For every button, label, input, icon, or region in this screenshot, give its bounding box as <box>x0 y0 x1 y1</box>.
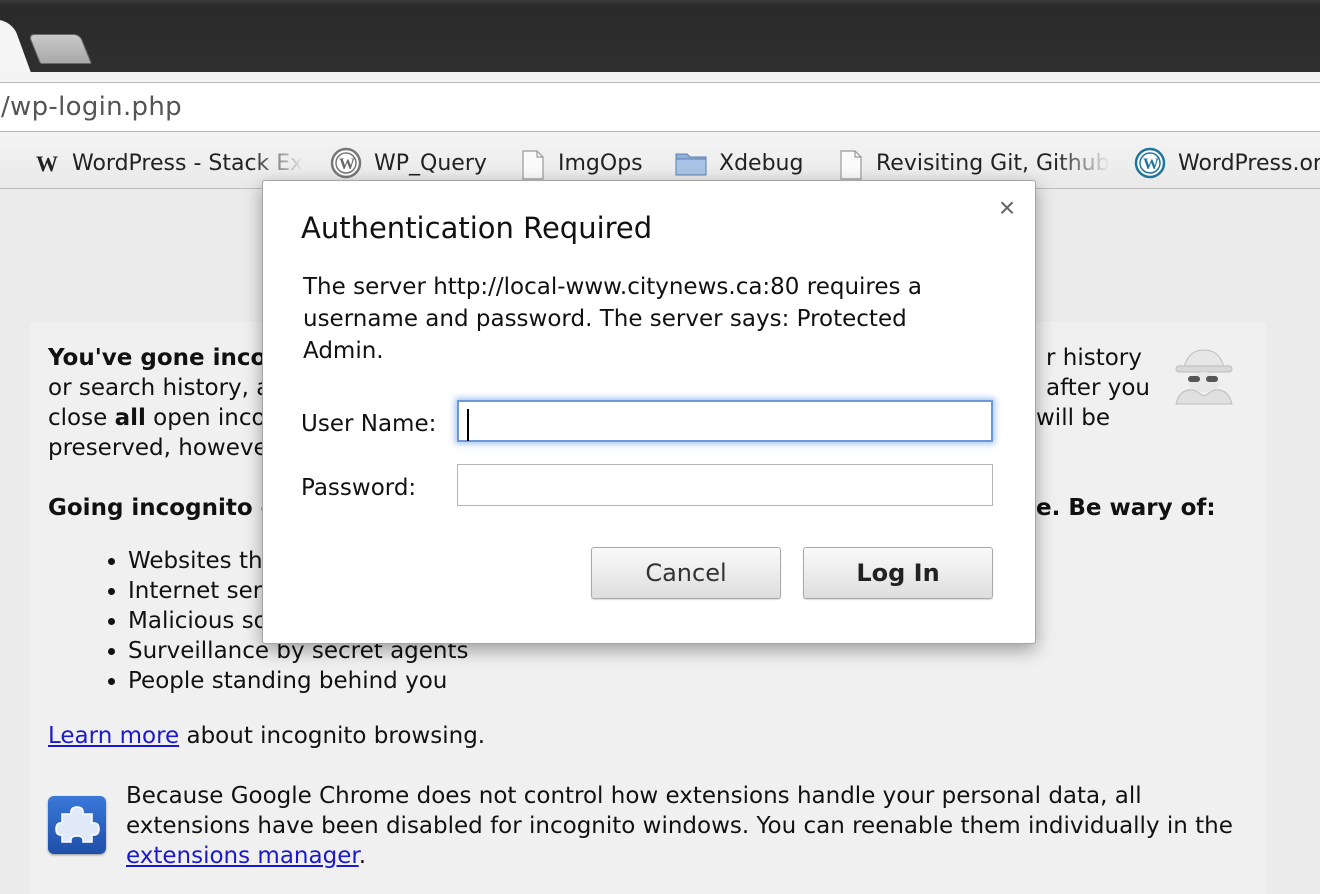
intro-line-1-tail: r history <box>1046 345 1142 371</box>
intro-line-1: You've gone incog <box>48 345 283 371</box>
username-input[interactable] <box>457 400 993 442</box>
svg-text:W: W <box>1143 156 1159 173</box>
bookmark-label: Xdebug <box>719 150 804 176</box>
list-item: People standing behind you <box>128 666 469 696</box>
log-in-button[interactable]: Log In <box>803 547 993 599</box>
intro-line-3-tail: will be <box>1036 405 1111 431</box>
address-bar[interactable]: /wp-login.php <box>0 82 1320 132</box>
incognito-spy-icon <box>1170 346 1238 406</box>
extensions-manager-link[interactable]: extensions manager <box>126 843 359 869</box>
new-tab-button[interactable] <box>27 34 93 64</box>
page-icon <box>838 150 864 180</box>
intro-line-2-tail: after you <box>1046 375 1150 401</box>
tab-strip <box>0 0 1320 76</box>
auth-dialog: Authentication Required × The server htt… <box>262 180 1036 644</box>
page-icon <box>520 150 546 180</box>
intro-line-4: preserved, howeve <box>48 435 268 461</box>
bookmark-label: WordPress.or <box>1178 150 1320 176</box>
folder-icon <box>675 150 707 176</box>
learn-more-link[interactable]: Learn more <box>48 723 179 749</box>
bookmark-label: Revisiting Git, Github <box>876 150 1110 176</box>
password-label: Password: <box>301 475 417 501</box>
intro-line-3: close all open inco <box>48 405 266 431</box>
wordpress-icon: W <box>330 147 362 179</box>
text-caret <box>467 409 469 441</box>
wordpress-icon: W <box>1134 147 1166 179</box>
wary-heading-start: Going incognito d <box>48 495 278 521</box>
svg-text:W: W <box>339 156 355 173</box>
w-icon: W <box>34 150 60 176</box>
dialog-message: The server http://local-www.citynews.ca:… <box>303 274 922 364</box>
wary-heading-end: e. Be wary of: <box>1036 495 1216 521</box>
extensions-line-2: extensions have been disabled for incogn… <box>126 813 1233 839</box>
extensions-line-1: Because Google Chrome does not control h… <box>126 783 1142 809</box>
username-label: User Name: <box>301 411 437 437</box>
learn-more-line: Learn more about incognito browsing. <box>48 723 486 749</box>
puzzle-piece-icon <box>48 796 106 854</box>
password-input[interactable] <box>457 464 993 506</box>
address-bar-url: /wp-login.php <box>1 92 182 122</box>
close-icon[interactable]: × <box>995 194 1019 222</box>
bookmark-wordpress-org[interactable]: W WordPress.or <box>1134 138 1320 188</box>
cancel-button[interactable]: Cancel <box>591 547 781 599</box>
bookmark-label: ImgOps <box>558 150 643 176</box>
extensions-line-3: extensions manager. <box>126 843 366 869</box>
bookmark-label: WP_Query <box>374 150 487 176</box>
svg-text:W: W <box>36 151 58 176</box>
active-tab[interactable] <box>0 20 33 76</box>
bookmark-label: WordPress - Stack Ex <box>72 150 304 176</box>
dialog-title: Authentication Required <box>301 211 653 245</box>
intro-line-2: or search history, a <box>48 375 271 401</box>
